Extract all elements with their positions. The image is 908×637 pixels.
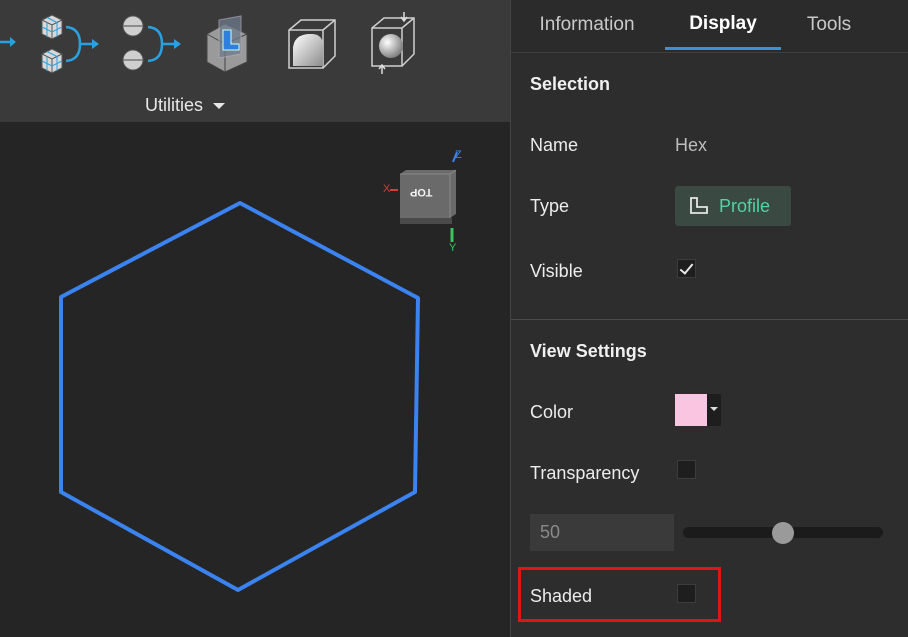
transparency-checkbox[interactable] (677, 460, 696, 479)
shaded-checkbox[interactable] (677, 584, 696, 603)
transparency-label: Transparency (530, 463, 640, 483)
caret-down-icon (710, 407, 718, 411)
view-cube[interactable]: TOP X Y Z (380, 149, 470, 260)
visible-label: Visible (530, 261, 583, 281)
section-analysis-button[interactable] (203, 14, 259, 74)
canvas-viewport[interactable]: TOP X Y Z (0, 122, 510, 637)
properties-panel: Information Display Tools Selection Name… (510, 0, 908, 637)
axis-x-label: X (383, 183, 391, 195)
view-cube-face-label: TOP (410, 186, 433, 198)
selection-section-title: Selection (530, 74, 611, 94)
combine-meshes-button[interactable] (36, 12, 102, 76)
type-label: Type (530, 196, 570, 216)
axis-y-label: Y (449, 242, 457, 254)
visible-checkbox[interactable] (677, 259, 696, 278)
mesh-cube-icon (41, 14, 63, 40)
shaded-body-button[interactable] (285, 16, 341, 74)
type-badge: Profile (675, 186, 791, 226)
type-value: Profile (719, 195, 771, 216)
toolbar: Utilities (0, 0, 510, 122)
combine-bodies-button[interactable] (118, 12, 184, 76)
profile-icon (690, 197, 708, 214)
arrow-right-icon (0, 37, 16, 47)
color-label: Color (530, 402, 574, 422)
utilities-menu[interactable]: Utilities (145, 92, 226, 118)
axis-z-label: Z (455, 149, 462, 161)
checkmark-icon (679, 260, 694, 275)
name-value: Hex (675, 135, 708, 155)
section-divider (511, 319, 908, 320)
caret-down-icon (213, 103, 226, 109)
view-settings-section-title: View Settings (530, 341, 647, 361)
utilities-label: Utilities (145, 94, 204, 115)
transparency-value-input[interactable] (530, 514, 674, 551)
tab-tools[interactable]: Tools (791, 0, 867, 50)
color-picker-button[interactable] (675, 394, 721, 426)
transparency-slider[interactable] (683, 522, 883, 544)
tab-information[interactable]: Information (521, 0, 653, 50)
fit-body-button[interactable] (364, 10, 424, 76)
hex-profile[interactable] (59, 201, 420, 592)
color-swatch (675, 394, 707, 426)
name-label: Name (530, 135, 579, 155)
shaded-label: Shaded (530, 586, 593, 606)
transparency-slider-thumb[interactable] (772, 522, 794, 544)
panel-tabs: Information Display Tools (511, 0, 908, 53)
view-cube-icon (390, 151, 458, 242)
tab-display[interactable]: Display (665, 0, 781, 50)
